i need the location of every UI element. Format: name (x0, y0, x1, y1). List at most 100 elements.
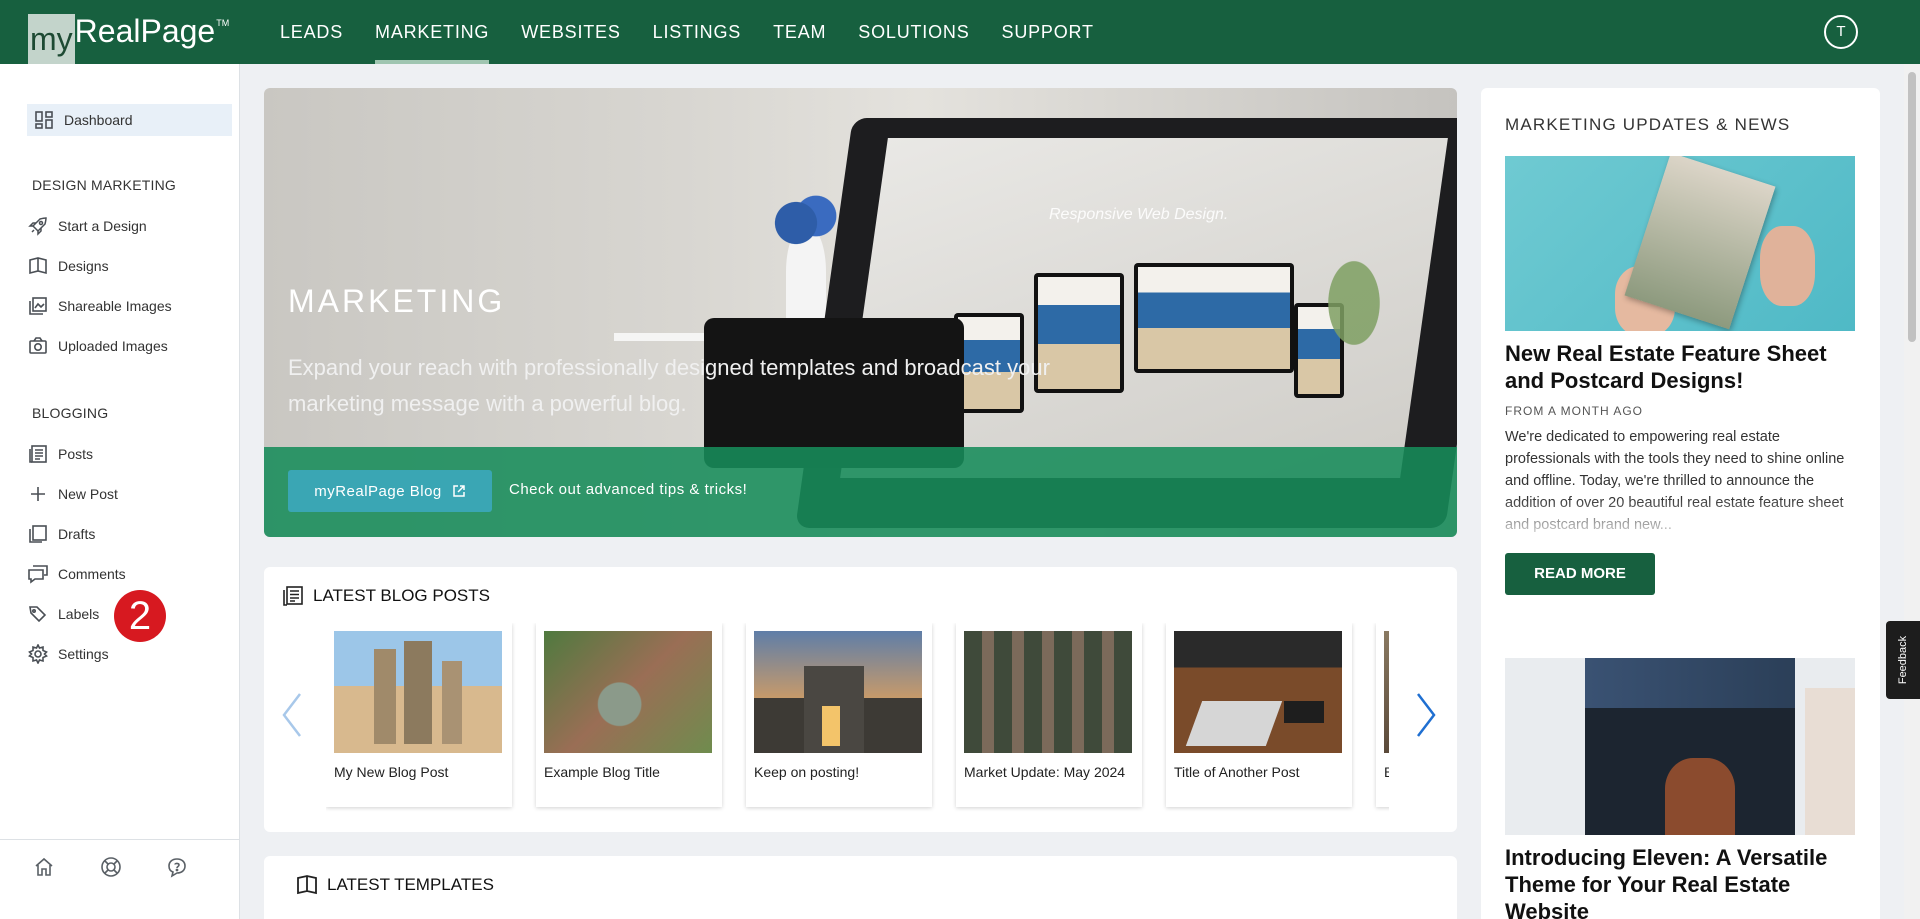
list-doc-icon (27, 443, 49, 465)
plus-icon (27, 483, 49, 505)
nav-support[interactable]: SUPPORT (1002, 0, 1094, 64)
theme-mockup-header (1585, 658, 1795, 708)
sidebar-item-label: Settings (58, 646, 109, 662)
plant-decoration (1314, 238, 1394, 368)
design-marketing-heading: DESIGN MARKETING (32, 177, 176, 193)
blogging-heading: BLOGGING (32, 405, 109, 421)
tips-text: Check out advanced tips & tricks! (509, 481, 748, 498)
read-more-button[interactable]: READ MORE (1505, 553, 1655, 595)
screen-heading-text: Responsive Web Design. (1049, 206, 1229, 223)
sidebar-item-labels[interactable]: Labels (27, 598, 99, 630)
blog-post-card[interactable]: Keep on posting! (746, 623, 932, 807)
post-caption: Example Blog Title (544, 764, 660, 780)
post-thumbnail (544, 631, 712, 753)
sidebar-item-settings[interactable]: Settings (27, 638, 109, 670)
sidebar-item-posts[interactable]: Posts (27, 438, 93, 470)
post-caption: Title of Another Post (1174, 764, 1300, 780)
sidebar-item-label: Shareable Images (58, 298, 172, 314)
blog-posts-carousel: My New Blog Post Example Blog Title Keep… (326, 623, 1389, 818)
templates-title: LATEST TEMPLATES (327, 875, 494, 894)
comments-icon (27, 563, 49, 585)
carousel-prev-arrow-icon[interactable] (280, 692, 304, 738)
hand-decoration (1760, 226, 1815, 306)
blog-posts-heading: LATEST BLOG POSTS (282, 585, 490, 607)
latest-templates-panel: LATEST TEMPLATES (264, 856, 1457, 919)
nav-listings[interactable]: LISTINGS (653, 0, 741, 64)
sidebar-item-start-design[interactable]: Start a Design (27, 210, 147, 242)
copy-icon (27, 523, 49, 545)
post-thumbnail (334, 631, 502, 753)
feedback-label: Feedback (1897, 635, 1909, 685)
sidebar-item-label: Start a Design (58, 218, 147, 234)
sidebar-item-dashboard[interactable]: Dashboard (27, 104, 232, 136)
hero-subtitle: Expand your reach with professionally de… (288, 355, 1050, 416)
main-nav: LEADS MARKETING WEBSITES LISTINGS TEAM S… (280, 0, 1126, 64)
post-caption: Keep on posting! (754, 764, 860, 780)
news-heading: MARKETING UPDATES & NEWS (1505, 115, 1791, 134)
latest-blog-posts-panel: LATEST BLOG POSTS My New Blog Post Examp… (264, 567, 1457, 832)
sidebar-item-drafts[interactable]: Drafts (27, 518, 95, 550)
sidebar-item-label: Dashboard (64, 112, 133, 128)
sidebar-footer (0, 839, 240, 919)
camera-icon (27, 335, 49, 357)
sidebar-item-designs[interactable]: Designs (27, 250, 109, 282)
logo-box: my (28, 14, 75, 64)
sidebar-item-comments[interactable]: Comments (27, 558, 126, 590)
post-caption: My New Blog Post (334, 764, 449, 780)
agent-photo-decoration (1665, 758, 1735, 835)
marketing-hero-banner: Responsive Web Design. MARKETING Expand … (264, 88, 1457, 537)
tag-icon (27, 603, 49, 625)
sidebar-item-new-post[interactable]: New Post (27, 478, 118, 510)
logo-trademark: TM (216, 18, 230, 28)
nav-marketing[interactable]: MARKETING (375, 0, 490, 64)
hero-cta-band: myRealPage Blog Check out advanced tips … (264, 447, 1457, 537)
user-avatar[interactable]: T (1824, 15, 1858, 49)
sidebar-item-label: Posts (58, 446, 94, 462)
news-body-fade (1505, 498, 1855, 538)
list-doc-icon (283, 586, 303, 606)
home-icon[interactable] (33, 856, 57, 880)
flowers-decoration (764, 188, 844, 258)
sidebar-item-label: Comments (58, 566, 126, 582)
external-link-icon (453, 485, 465, 497)
blog-button-label: myRealPage Blog (314, 482, 442, 500)
post-thumbnail (1384, 631, 1389, 753)
blog-post-card[interactable]: Example Blog Title (536, 623, 722, 807)
blog-post-card[interactable]: Bl (1376, 623, 1389, 807)
logo-text: RealPage (74, 13, 216, 49)
carousel-next-arrow-icon[interactable] (1414, 692, 1438, 738)
blog-post-card[interactable]: My New Blog Post (326, 623, 512, 807)
sidebar-item-label: Designs (58, 258, 109, 274)
news-article-title[interactable]: Introducing Eleven: A Versatile Theme fo… (1505, 844, 1855, 919)
gear-icon (27, 643, 49, 665)
eleven-theme-image[interactable] (1505, 658, 1855, 835)
scrollbar-thumb[interactable] (1908, 72, 1916, 342)
sidebar-item-shareable-images[interactable]: Shareable Images (27, 290, 172, 322)
news-article-title[interactable]: New Real Estate Feature Sheet and Postca… (1505, 340, 1855, 394)
post-caption: Market Update: May 2024 (964, 764, 1126, 780)
book-open-icon (297, 875, 317, 895)
sidebar-item-label: New Post (58, 486, 118, 502)
help-chat-icon[interactable] (166, 856, 190, 880)
blog-post-card[interactable]: Market Update: May 2024 (956, 623, 1142, 807)
feedback-tab[interactable]: Feedback (1886, 621, 1920, 699)
annotation-badge: 2 (114, 590, 166, 642)
hero-title: MARKETING (288, 283, 506, 319)
myrealpage-blog-button[interactable]: myRealPage Blog (288, 470, 492, 512)
nav-team[interactable]: TEAM (773, 0, 826, 64)
sidebar-item-label: Labels (58, 606, 100, 622)
post-thumbnail (1174, 631, 1342, 753)
nav-solutions[interactable]: SOLUTIONS (858, 0, 969, 64)
nav-websites[interactable]: WEBSITES (521, 0, 620, 64)
book-open-icon (27, 255, 49, 277)
lifebuoy-icon[interactable] (100, 856, 124, 880)
sidebar: Dashboard DESIGN MARKETING Start a Desig… (0, 64, 240, 919)
nav-leads[interactable]: LEADS (280, 0, 343, 64)
myrealpage-logo[interactable]: my RealPage TM (28, 13, 230, 64)
feature-sheet-image[interactable] (1505, 156, 1855, 331)
sidebar-item-uploaded-images[interactable]: Uploaded Images (27, 330, 168, 362)
blog-post-card[interactable]: Title of Another Post (1166, 623, 1352, 807)
post-thumbnail (964, 631, 1132, 753)
rocket-icon (27, 215, 49, 237)
top-navbar: my RealPage TM LEADS MARKETING WEBSITES … (0, 0, 1920, 64)
